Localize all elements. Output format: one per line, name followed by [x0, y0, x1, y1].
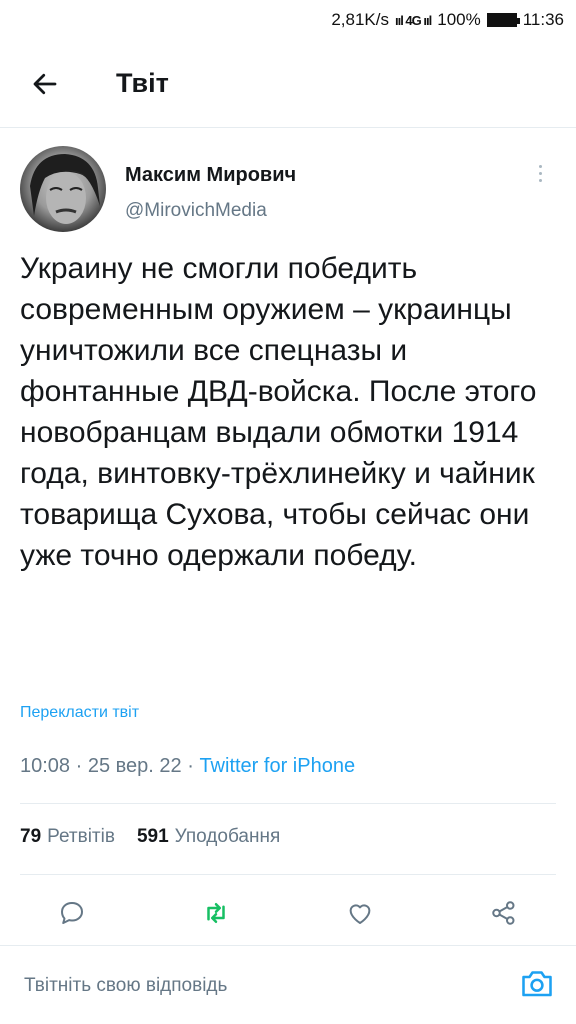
camera-button[interactable]: [518, 964, 556, 1002]
tweet-author: Максим Мирович @MirovichMedia: [20, 142, 556, 238]
reply-input[interactable]: [24, 968, 464, 1004]
likes-count: 591: [136, 826, 169, 847]
retweets-stat[interactable]: 79 Ретвітів: [20, 826, 115, 848]
reply-bar: [0, 945, 576, 1024]
more-options-button[interactable]: [528, 158, 552, 188]
author-name[interactable]: Максим Мирович: [125, 164, 296, 187]
divider: [20, 803, 556, 804]
dot-icon: [538, 164, 542, 168]
avatar-portrait: [30, 154, 100, 224]
reply-button[interactable]: [52, 893, 92, 933]
translate-tweet-link[interactable]: Перекласти твіт: [20, 704, 139, 722]
retweet-button[interactable]: [196, 893, 236, 933]
battery-level: 100%: [437, 10, 481, 29]
dot-icon: [538, 171, 542, 175]
app-header: Твіт: [0, 40, 576, 128]
separator: ·: [187, 755, 200, 777]
back-button[interactable]: [0, 40, 90, 128]
retweets-label: Ретвітів: [47, 826, 115, 847]
likes-label: Уподобання: [174, 826, 281, 847]
share-icon: [492, 901, 515, 925]
author-handle[interactable]: @MirovichMedia: [125, 200, 267, 222]
battery-icon: [486, 13, 520, 27]
tweet-time: 10:08: [20, 755, 71, 777]
clock: 11:36: [522, 10, 564, 29]
tweet-stats: 79 Ретвітів 591 Уподобання: [20, 826, 280, 848]
tweet-text: Украину не смогли победить современным о…: [20, 252, 537, 572]
camera-icon: [522, 971, 552, 997]
divider: [20, 874, 556, 875]
tweet-date: 25 вер. 22: [87, 755, 182, 777]
like-button[interactable]: [340, 893, 380, 933]
dot-icon: [538, 178, 542, 182]
share-button[interactable]: [484, 893, 524, 933]
arrow-left-icon: [33, 73, 57, 94]
retweets-count: 79: [20, 826, 42, 847]
retweet-icon: [207, 903, 225, 923]
status-bar: 2,81K/s ııl 4G ııl 100% 11:36: [0, 0, 576, 40]
network-speed: 2,81K/s: [331, 10, 389, 29]
tweet-meta: 10:08 · 25 вер. 22 · Twitter for iPhone: [20, 755, 355, 778]
avatar[interactable]: [20, 146, 106, 232]
likes-stat[interactable]: 591 Уподобання: [137, 826, 280, 848]
heart-icon: [349, 904, 371, 924]
comment-icon: [61, 902, 83, 924]
tweet-source-link[interactable]: Twitter for iPhone: [199, 755, 355, 777]
page-title: Твіт: [116, 68, 169, 98]
tweet-actions: [0, 885, 576, 941]
signal-icon: ııl 4G ııl: [394, 12, 432, 28]
separator: ·: [75, 755, 88, 777]
